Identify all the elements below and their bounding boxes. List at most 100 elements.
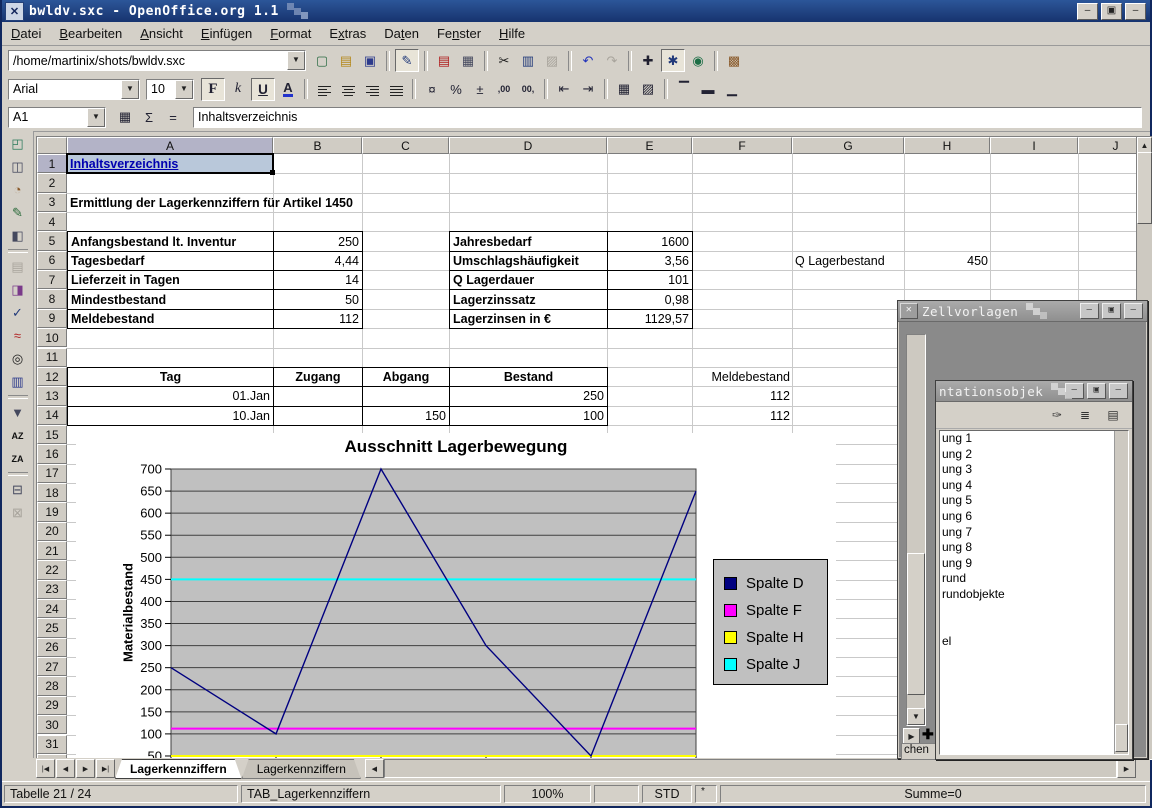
row-header-9[interactable]: 9 <box>37 309 67 328</box>
column-header-C[interactable]: C <box>362 137 449 154</box>
form-controls-icon[interactable]: ◧ <box>7 225 29 246</box>
cell-D9[interactable]: Lagerzinsen in € <box>449 309 608 329</box>
formula-input[interactable]: Inhaltsverzeichnis <box>193 107 1142 128</box>
number-standard-button[interactable]: ± <box>469 79 491 100</box>
align-top-button[interactable]: ▔ <box>673 79 695 100</box>
style-list-item[interactable]: el <box>940 634 1128 650</box>
row-header-10[interactable]: 10 <box>37 328 67 347</box>
cell-D6[interactable]: Umschlagshäufigkeit <box>449 251 608 271</box>
first-sheet-button[interactable]: |◀ <box>36 759 55 778</box>
open-document-icon[interactable]: ▤ <box>335 50 357 71</box>
status-selection-mode[interactable]: STD <box>642 785 692 803</box>
stylist-titlebar[interactable]: ✕ Zellvorlagen –▣– <box>898 301 1147 322</box>
row-header-11[interactable]: 11 <box>37 348 67 367</box>
hyperlink-icon[interactable]: ◉ <box>687 50 709 71</box>
minimize-icon[interactable]: – <box>1077 3 1098 20</box>
style-list-item[interactable]: ung 7 <box>940 525 1128 541</box>
font-color-button[interactable]: A <box>277 79 299 100</box>
row-header-20[interactable]: 20 <box>37 522 67 541</box>
cell-E5[interactable]: 1600 <box>607 231 693 251</box>
cell-B7[interactable]: 14 <box>273 270 363 290</box>
row-header-2[interactable]: 2 <box>37 173 67 192</box>
equals-icon[interactable]: = <box>162 107 184 128</box>
cell-B14[interactable] <box>273 406 363 426</box>
next-sheet-button[interactable]: ▶ <box>76 759 95 778</box>
update-style-icon[interactable]: ▤ <box>1103 406 1123 425</box>
cell-D5[interactable]: Jahresbedarf <box>449 231 608 251</box>
row-header-31[interactable]: 31 <box>37 735 67 754</box>
column-header-H[interactable]: H <box>904 137 990 154</box>
cell-B13[interactable] <box>273 386 363 406</box>
style-list-item[interactable]: rund <box>940 571 1128 587</box>
menu-bearbeiten[interactable]: Bearbeiten <box>50 23 131 44</box>
scroll-up-icon[interactable]: ▲ <box>1137 137 1152 153</box>
document-url-combo[interactable]: /home/martinix/shots/bwldv.sxc ▼ <box>8 50 306 71</box>
cell-A6[interactable]: Tagesbedarf <box>67 251 274 271</box>
group-icon[interactable]: ⊟ <box>7 479 29 500</box>
style-list-item[interactable]: rundobjekte <box>940 587 1128 603</box>
cell-D14[interactable]: 100 <box>449 406 608 426</box>
align-center-button[interactable] <box>337 79 359 100</box>
row-header-14[interactable]: 14 <box>37 406 67 425</box>
stylist-icon[interactable]: ✱ <box>661 49 685 72</box>
sheet-tab-2[interactable]: Lagerkennziffern <box>242 759 361 779</box>
row-header-3[interactable]: 3 <box>37 193 67 212</box>
cell-A14[interactable]: 10.Jan <box>67 406 274 426</box>
insert-database-range-icon[interactable]: ▤ <box>7 256 29 277</box>
themes-icon[interactable]: ◨ <box>7 279 29 300</box>
cell-A3[interactable]: Ermittlung der Lagerkennziffern für Arti… <box>67 193 274 213</box>
row-header-21[interactable]: 21 <box>37 541 67 560</box>
select-all-corner[interactable] <box>37 137 67 154</box>
maximize-icon[interactable]: ▣ <box>1087 383 1106 399</box>
stylist-scroll-right-icon[interactable]: ▶ <box>903 728 920 744</box>
remove-decimal-button[interactable]: 00, <box>517 79 539 100</box>
insert-icon[interactable]: ◰ <box>7 133 29 154</box>
italic-button[interactable]: k <box>227 79 249 100</box>
row-header-6[interactable]: 6 <box>37 251 67 270</box>
embedded-chart[interactable]: Ausschnitt LagerbewegungMaterialbestand7… <box>76 433 836 758</box>
sort-ascending-icon[interactable]: AZ <box>7 425 29 446</box>
cell-A8[interactable]: Mindestbestand <box>67 289 274 309</box>
row-header-29[interactable]: 29 <box>37 696 67 715</box>
draw-functions-icon[interactable]: ✎ <box>7 202 29 223</box>
align-justify-button[interactable] <box>385 79 407 100</box>
sheet-tab-1[interactable]: Lagerkennziffern <box>115 759 242 779</box>
style-list-item[interactable]: ung 1 <box>940 431 1128 447</box>
style-list-scrollbar[interactable] <box>1114 431 1128 754</box>
font-name-dropdown-icon[interactable]: ▼ <box>121 80 139 99</box>
style-list-scroll-thumb[interactable] <box>1115 724 1128 752</box>
menu-format[interactable]: Format <box>261 23 320 44</box>
data-sources-icon[interactable]: ▥ <box>7 371 29 392</box>
cell-A1[interactable]: Inhaltsverzeichnis <box>67 154 274 174</box>
row-header-24[interactable]: 24 <box>37 599 67 618</box>
gallery-icon[interactable]: ▩ <box>723 50 745 71</box>
row-header-16[interactable]: 16 <box>37 444 67 463</box>
cell-B12[interactable]: Zugang <box>273 367 363 387</box>
function-wizard-icon[interactable]: ▦ <box>114 107 136 128</box>
print-icon[interactable]: ▦ <box>457 50 479 71</box>
cell-reference[interactable]: A1 <box>9 110 87 124</box>
presentation-styles-window[interactable]: ntationsobjek –▣– ✑≣▤ ung 1ung 2ung 3ung… <box>935 380 1133 760</box>
cell-E9[interactable]: 1129,57 <box>607 309 693 329</box>
auto-spellcheck-icon[interactable]: ≈ <box>7 325 29 346</box>
row-header-30[interactable]: 30 <box>37 715 67 734</box>
status-zoom-level[interactable]: 100% <box>504 785 591 803</box>
row-header-4[interactable]: 4 <box>37 212 67 231</box>
style-list-item[interactable] <box>940 618 1128 634</box>
number-percent-button[interactable]: % <box>445 79 467 100</box>
cell-A12[interactable]: Tag <box>67 367 274 387</box>
column-header-D[interactable]: D <box>449 137 607 154</box>
stylist-scroll-thumb[interactable] <box>907 553 925 695</box>
cell-B5[interactable]: 250 <box>273 231 363 251</box>
number-currency-button[interactable]: ¤ <box>421 79 443 100</box>
row-header-12[interactable]: 12 <box>37 367 67 386</box>
chart-legend[interactable]: Spalte DSpalte FSpalte HSpalte J <box>713 559 828 685</box>
font-size-combo[interactable]: 10 ▼ <box>146 79 194 100</box>
spellcheck-icon[interactable]: ✓ <box>7 302 29 323</box>
column-header-J[interactable]: J <box>1078 137 1140 154</box>
vertical-scroll-thumb[interactable] <box>1137 152 1152 224</box>
name-box-dropdown-icon[interactable]: ▼ <box>87 108 105 127</box>
row-header-5[interactable]: 5 <box>37 231 67 250</box>
align-bottom-button[interactable]: ▁ <box>721 79 743 100</box>
decrease-indent-button[interactable]: ⇤ <box>553 79 575 100</box>
